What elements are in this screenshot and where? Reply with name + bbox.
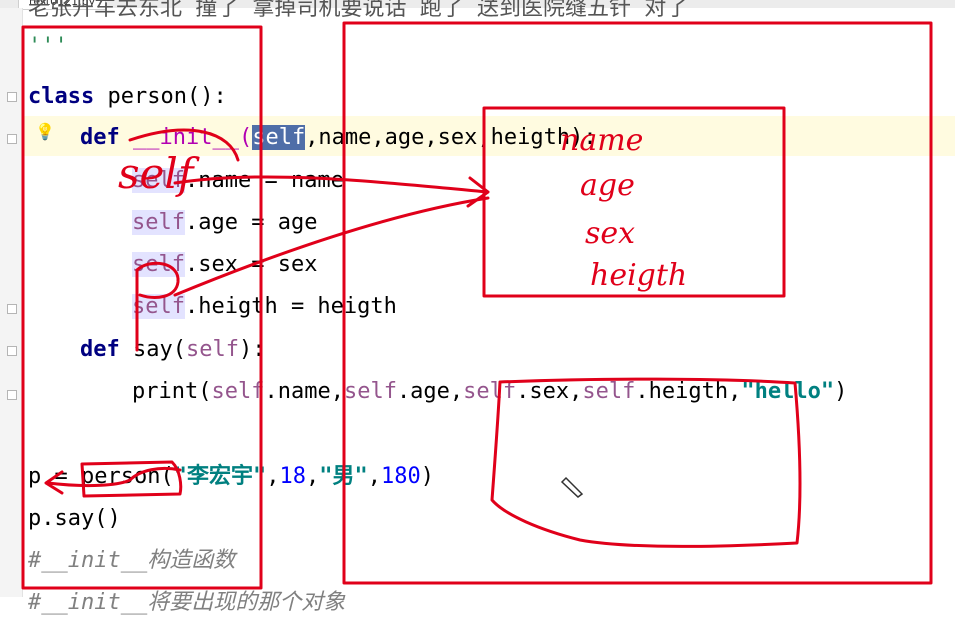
annotation-layer: self name age sex heigth: [21, 21, 933, 590]
cursor-icon: [560, 476, 584, 498]
annotation-arrow: [173, 175, 490, 208]
annotation-attr: sex: [585, 216, 635, 251]
annotation-arrow: [44, 466, 182, 495]
annotation-box-class: [21, 25, 263, 590]
annotation-attr: age: [580, 168, 635, 203]
annotation-box-empty: [490, 377, 802, 548]
annotation-attr: name: [560, 123, 643, 158]
annotation-self-label: self: [118, 149, 200, 198]
annotation-attr: heigth: [590, 258, 687, 293]
annotation-arrow: [173, 196, 490, 297]
annotation-p-stroke: [135, 261, 180, 352]
